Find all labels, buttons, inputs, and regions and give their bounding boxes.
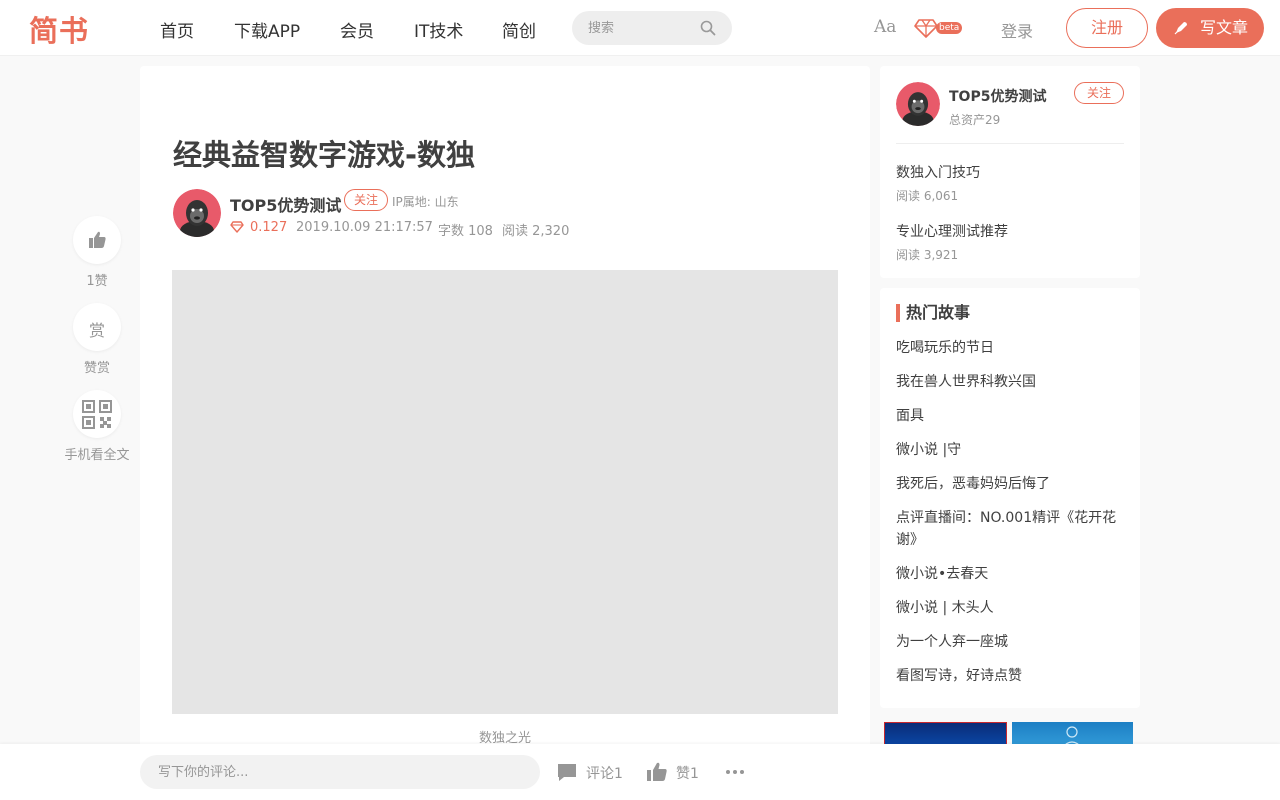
font-settings-icon[interactable]: Aa	[874, 17, 896, 37]
author-assets: 0.127	[250, 220, 288, 235]
nav-membership[interactable]: 会员	[340, 17, 374, 42]
reward-float-button[interactable]: 赏	[73, 303, 121, 351]
jianshu-logo[interactable]: 简书	[29, 8, 89, 50]
search-icon[interactable]	[700, 20, 716, 36]
register-button[interactable]: 注册	[1066, 8, 1148, 48]
publish-datetime: 2019.10.09 21:17:57	[296, 220, 433, 235]
sidebar-post-reads: 阅读 6,061	[896, 189, 959, 203]
article-card: 经典益智数字游戏-数独 TOP5优势测试 关注 IP属地: 山东 0.127 2…	[140, 66, 870, 756]
reward-icon: 赏	[88, 321, 105, 340]
comment-icon	[558, 764, 576, 781]
read-count: 阅读 2,320	[502, 224, 570, 239]
sidebar-follow-button[interactable]: 关注	[1074, 82, 1124, 104]
word-count: 字数 108	[438, 224, 493, 239]
like-count-label: 1赞	[86, 274, 108, 289]
more-options-button[interactable]	[724, 760, 746, 784]
hot-story-item[interactable]: 为一个人弃一座城	[896, 631, 1130, 653]
diamond-beta-button[interactable]: beta	[914, 18, 968, 38]
hot-story-item[interactable]: 微小说 |守	[896, 439, 1130, 461]
article-title: 经典益智数字游戏-数独	[173, 138, 476, 172]
sidebar-post-title[interactable]: 专业心理测试推荐	[896, 221, 1008, 241]
gorilla-avatar-icon	[896, 82, 940, 126]
follow-author-button[interactable]: 关注	[344, 189, 388, 211]
more-icon	[726, 770, 744, 774]
gorilla-avatar-icon	[173, 189, 221, 237]
hot-story-item[interactable]: 我在兽人世界科教兴国	[896, 371, 1130, 393]
sidebar-author-name[interactable]: TOP5优势测试	[949, 86, 1046, 106]
hot-story-item[interactable]: 面具	[896, 405, 1130, 427]
nav-home[interactable]: 首页	[160, 17, 194, 42]
hot-story-item[interactable]: 吃喝玩乐的节日	[896, 337, 1130, 359]
hot-stories-card: 热门故事 吃喝玩乐的节日 我在兽人世界科教兴国 面具 微小说 |守 我死后，恶毒…	[880, 288, 1140, 708]
like-count: 赞1	[676, 766, 699, 782]
nav-download-app[interactable]: 下载APP	[234, 17, 300, 42]
search-box	[572, 11, 732, 45]
sidebar-post-title[interactable]: 数独入门技巧	[896, 162, 980, 182]
diamond-icon	[230, 221, 244, 233]
author-name[interactable]: TOP5优势测试	[230, 192, 341, 216]
like-float-button[interactable]	[73, 216, 121, 264]
qr-code-icon	[82, 400, 112, 429]
comment-input[interactable]	[140, 755, 540, 789]
sidebar-post-reads: 阅读 3,921	[896, 248, 959, 262]
ip-location: IP属地: 山东	[392, 195, 459, 209]
hot-stories-title: 热门故事	[896, 304, 970, 322]
thumbs-up-icon	[647, 762, 667, 781]
hot-story-item[interactable]: 我死后，恶毒妈妈后悔了	[896, 473, 1130, 495]
divider	[896, 143, 1124, 144]
comment-count: 评论1	[586, 766, 623, 782]
nav-it-tech[interactable]: IT技术	[414, 17, 463, 42]
hot-story-item[interactable]: 微小说 | 木头人	[896, 597, 1130, 619]
pen-icon	[1174, 22, 1187, 35]
write-article-label: 写文章	[1200, 18, 1249, 37]
write-article-button[interactable]: 写文章	[1156, 8, 1264, 48]
top-navbar: 简书 首页 下载APP 会员 IT技术 简创 Aa beta 登录 注册 写文章	[0, 0, 1280, 56]
mobile-read-label: 手机看全文	[64, 448, 130, 463]
bottom-action-bar: 评论1 赞1	[0, 744, 1280, 800]
mobile-read-float-button[interactable]	[73, 390, 121, 438]
beta-badge: beta	[936, 22, 963, 34]
hot-story-item[interactable]: 点评直播间：NO.001精评《花开花谢》	[896, 507, 1130, 551]
like-button[interactable]: 赞1	[646, 760, 706, 784]
comment-button[interactable]: 评论1	[556, 760, 626, 784]
sidebar-author-assets: 总资产29	[949, 113, 1001, 127]
sidebar-author-avatar[interactable]	[896, 82, 940, 126]
thumbs-up-icon	[89, 231, 106, 248]
sidebar-author-card: TOP5优势测试 总资产29 关注 数独入门技巧 阅读 6,061 专业心理测试…	[880, 66, 1140, 278]
diamond-icon	[914, 19, 938, 38]
hot-story-item[interactable]: 看图写诗，好诗点赞	[896, 665, 1130, 687]
login-link[interactable]: 登录	[1001, 18, 1033, 42]
search-input[interactable]	[588, 18, 698, 38]
author-avatar[interactable]	[173, 189, 221, 237]
reward-label: 赞赏	[83, 361, 110, 376]
article-image-placeholder[interactable]	[172, 270, 838, 714]
nav-jianchuang[interactable]: 简创	[502, 17, 536, 42]
hot-story-item[interactable]: 微小说•去春天	[896, 563, 1130, 585]
